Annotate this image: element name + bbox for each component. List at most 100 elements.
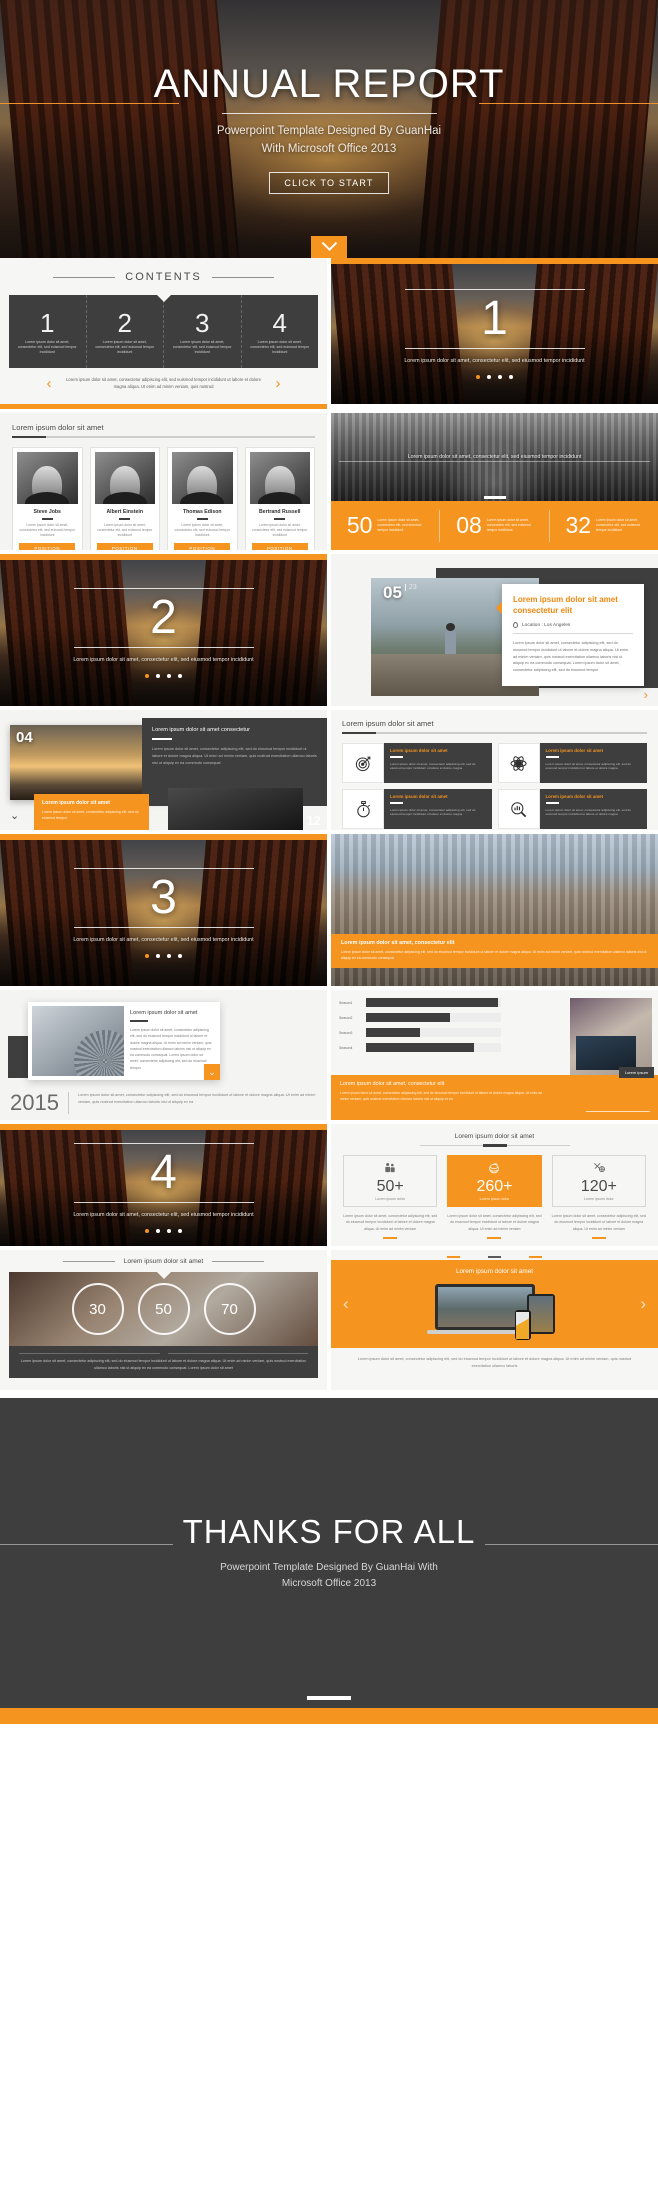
contents-item-1[interactable]: 1 Lorem ipsum dolor sit amet, consectetu… — [9, 295, 87, 368]
counter-sub: Lorem ipsum dolor — [375, 1197, 406, 1202]
year-slide-image — [32, 1006, 124, 1076]
slide-dots[interactable] — [145, 954, 182, 959]
dot-1[interactable] — [145, 1229, 149, 1234]
contents-item-number: 1 — [40, 307, 55, 338]
slide-dots[interactable] — [476, 375, 513, 380]
click-to-start-button[interactable]: CLICK TO START — [269, 171, 389, 194]
thanks-slide: THANKS FOR ALL Powerpoint Template Desig… — [0, 1398, 658, 1708]
dot-1[interactable] — [145, 954, 149, 959]
year-card-title: Lorem ipsum dolor sit amet — [130, 1010, 198, 1016]
slide-dots[interactable] — [145, 674, 182, 679]
feature-location: Location : Los Angeles — [522, 622, 571, 628]
dot-4[interactable] — [178, 1229, 182, 1234]
contents-item-number: 2 — [117, 307, 132, 338]
thanks-title: THANKS FOR ALL — [182, 1512, 476, 1550]
stat-value: 08 — [456, 512, 482, 538]
scroll-down-button[interactable] — [311, 234, 347, 258]
team-card[interactable]: Bertrand Russell Lorem ipsum dolor sit a… — [244, 447, 315, 550]
icon-feature-item[interactable]: Lorem ipsum dolor sit amet Lorem ipsum d… — [342, 789, 492, 829]
tick-orange-right — [529, 1256, 542, 1258]
contents-item-4[interactable]: 4 Lorem ipsum dolor sit amet, consectetu… — [242, 295, 319, 368]
counter-box: 120+ Lorem ipsum dolor — [551, 1155, 646, 1207]
slide-04-highlight-body: Lorem ipsum dolor sit amet, consectetur … — [42, 810, 139, 820]
slide-04-title: Lorem ipsum dolor sit amet consectetur — [152, 727, 250, 733]
team-card[interactable]: Thomas Edison Lorem ipsum dolor sit amet… — [167, 447, 238, 550]
team-member-bio: Lorem ipsum dolor sit amet, consectetur … — [97, 522, 153, 537]
chart-bar-track — [366, 1013, 501, 1022]
stat-text: Lorem ipsum dolor sit amet, consectetur … — [596, 517, 641, 533]
icon-item-title: Lorem ipsum dolor sit amet — [545, 794, 604, 799]
icon-feature-item[interactable]: Lorem ipsum dolor sit amet Lorem ipsum d… — [497, 743, 647, 783]
chart-category-label: Season3 — [339, 1030, 353, 1035]
dot-2[interactable] — [156, 1229, 160, 1234]
icon-item-body: Lorem ipsum dolor sit amet, consectetur … — [545, 807, 631, 817]
section-caption: Lorem ipsum dolor sit amet, consectetur … — [404, 358, 585, 365]
chart-bar-track — [366, 1028, 501, 1037]
chevron-down-icon[interactable]: ⌄ — [10, 809, 19, 822]
dot-3[interactable] — [167, 674, 171, 679]
section-rule-bottom — [73, 927, 254, 929]
counters-title: Lorem ipsum dolor sit amet — [454, 1133, 535, 1140]
team-card[interactable]: Steve Jobs Lorem ipsum dolor sit amet, c… — [12, 447, 83, 550]
prev-arrow-icon[interactable]: ‹ — [343, 1294, 349, 1314]
stopwatch-icon — [342, 789, 384, 829]
expand-button[interactable]: ⌄ — [204, 1064, 220, 1080]
dot-2[interactable] — [487, 375, 491, 380]
panorama-slide: Lorem ipsum dolor sit amet, consectetur … — [331, 834, 658, 986]
slide-dots[interactable] — [145, 1229, 182, 1234]
location-pin-icon — [513, 622, 518, 629]
people-icon — [383, 1161, 397, 1176]
section-slide-1: 1 Lorem ipsum dolor sit amet, consectetu… — [331, 258, 658, 404]
feature-next-arrow-icon[interactable]: › — [644, 687, 648, 702]
counter-item[interactable]: 120+ Lorem ipsum dolor Lorem ipsum dolor… — [551, 1155, 646, 1239]
counter-item[interactable]: 50+ Lorem ipsum dolor Lorem ipsum dolor … — [343, 1155, 438, 1239]
dot-4[interactable] — [178, 954, 182, 959]
hero-subtitle-line2: With Microsoft Office 2013 — [261, 143, 397, 155]
contents-item-2[interactable]: 2 Lorem ipsum dolor sit amet, consectetu… — [87, 295, 164, 368]
prev-arrow-icon[interactable]: ‹ — [47, 375, 52, 392]
slide-row-1: CONTENTS 1 Lorem ipsum dolor sit amet, c… — [0, 258, 658, 413]
chart-search-icon — [497, 789, 540, 829]
contents-footer-text: Lorem ipsum dolor sit amet, consectetur … — [66, 376, 261, 389]
progress-value: 50 — [155, 1300, 172, 1318]
hero-title-underline — [221, 113, 437, 115]
team-card[interactable]: Albert Einstein Lorem ipsum dolor sit am… — [89, 447, 160, 550]
dot-4[interactable] — [509, 375, 513, 380]
contents-item-text: Lorem ipsum dolor sit amet, consectetur … — [95, 339, 155, 355]
phone-icon — [514, 1310, 531, 1340]
progress-ring-2: 50 — [137, 1283, 190, 1335]
slide-row-7: 4 Lorem ipsum dolor sit amet, consectetu… — [0, 1124, 658, 1250]
circles-rule-right — [212, 1261, 265, 1262]
dot-2[interactable] — [156, 674, 160, 679]
feature-title: Lorem ipsum dolor sit amet consectetur e… — [513, 595, 618, 616]
team-member-position: POSITION — [174, 542, 231, 550]
team-member-position: POSITION — [96, 542, 153, 550]
counter-item[interactable]: 260+ Lorem ipsum dolor Lorem ipsum dolor… — [447, 1155, 542, 1239]
next-arrow-icon[interactable]: › — [640, 1294, 646, 1314]
dot-3[interactable] — [167, 954, 171, 959]
slide-04-highlight: Lorem ipsum dolor sit amet Lorem ipsum d… — [34, 794, 149, 830]
icon-feature-item[interactable]: Lorem ipsum dolor sit amet Lorem ipsum d… — [497, 789, 647, 829]
dot-4[interactable] — [178, 674, 182, 679]
icon-feature-item[interactable]: Lorem ipsum dolor sit amet Lorem ipsum d… — [342, 743, 492, 783]
team-member-name: Steve Jobs — [33, 509, 61, 515]
contents-item-3[interactable]: 3 Lorem ipsum dolor sit amet, consectetu… — [164, 295, 242, 368]
circles-notch-icon — [156, 1272, 171, 1279]
slide-row-4: 04 Lorem ipsum dolor sit amet consectetu… — [0, 710, 658, 834]
slide-row-5: 3 Lorem ipsum dolor sit amet, consectetu… — [0, 834, 658, 990]
bar-chart-slide: Season1 Season2 Season3 Season4 Lorem ip… — [331, 990, 658, 1120]
dot-3[interactable] — [498, 375, 502, 380]
thanks-subtitle-line1: Powerpoint Template Designed By GuanHai … — [220, 1561, 438, 1573]
icon-item-title: Lorem ipsum dolor sit amet — [390, 748, 448, 753]
slide-04-number: 04 — [16, 729, 33, 746]
team-member-name: Thomas Edison — [182, 509, 222, 515]
thanks-marker — [307, 1696, 351, 1700]
contents-rule-left — [53, 276, 116, 278]
dot-1[interactable] — [476, 375, 480, 380]
counter-body: Lorem ipsum dolor sit amet, consectetur … — [551, 1214, 646, 1231]
presentation-preview-page: ANNUAL REPORT Powerpoint Template Design… — [0, 0, 658, 1724]
dot-2[interactable] — [156, 954, 160, 959]
dot-1[interactable] — [145, 674, 149, 679]
next-arrow-icon[interactable]: › — [276, 375, 281, 392]
dot-3[interactable] — [167, 1229, 171, 1234]
